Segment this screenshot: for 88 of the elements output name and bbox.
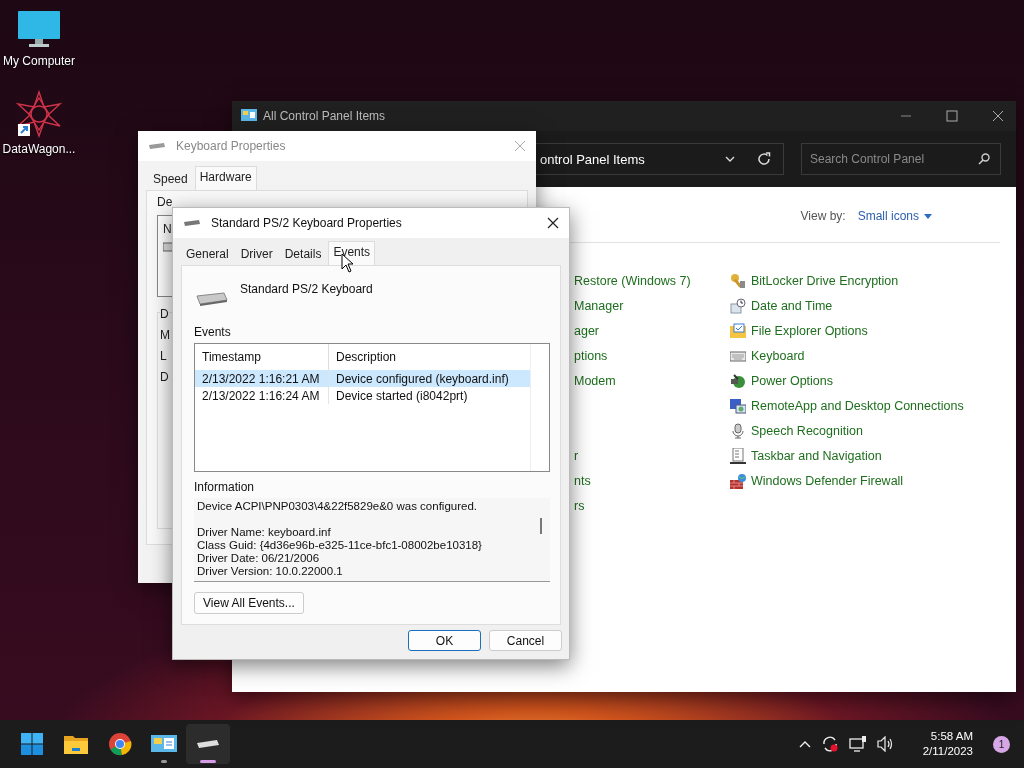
view-all-events-button[interactable]: View All Events...: [194, 592, 304, 614]
tab[interactable]: General: [181, 243, 234, 265]
property-label: M: [160, 328, 170, 342]
dialog-title: Standard PS/2 Keyboard Properties: [211, 216, 402, 230]
sync-icon[interactable]: [820, 735, 839, 753]
microphone-icon: [730, 422, 746, 439]
control-panel-item[interactable]: BitLocker Drive Encryption: [730, 272, 1016, 289]
view-by-dropdown[interactable]: Small icons: [857, 209, 932, 223]
control-panel-item[interactable]: Speech Recognition: [730, 422, 1016, 439]
monitor-icon: [730, 397, 746, 414]
search-icon[interactable]: [978, 153, 990, 165]
chevron-up-icon[interactable]: [798, 740, 811, 748]
desktop-icon-label[interactable]: My Computer: [3, 54, 75, 68]
column-header[interactable]: Description: [329, 350, 397, 364]
devices-label: De: [157, 195, 174, 209]
control-panel-item[interactable]: RemoteApp and Desktop Connections: [730, 397, 1016, 414]
control-panel-item[interactable]: Date and Time: [730, 297, 1016, 314]
information-line: Driver Name: keyboard.inf: [197, 526, 332, 539]
control-panel-item[interactable]: File Explorer Options: [730, 322, 1016, 339]
dialog-button[interactable]: Cancel: [489, 630, 562, 651]
device-name: Standard PS/2 Keyboard: [240, 282, 373, 296]
network-monitor-icon[interactable]: [848, 736, 867, 752]
control-panel-link[interactable]: Restore (Windows 7): [574, 273, 691, 288]
folder-icon: [730, 322, 746, 339]
information-line: Driver Date: 06/21/2006: [197, 552, 321, 565]
control-panel-item[interactable]: Power Options: [730, 372, 1016, 389]
refresh-icon[interactable]: [757, 152, 771, 166]
keyboard-icon: [163, 242, 173, 252]
key-icon: [730, 272, 746, 289]
taskbar-icon: [730, 447, 746, 464]
property-label: D: [160, 370, 169, 384]
close-icon[interactable]: [547, 217, 559, 229]
scrollbar-thumb[interactable]: [540, 518, 542, 534]
section-label: Events: [194, 325, 231, 339]
tab[interactable]: Driver: [235, 243, 278, 265]
control-panel-link[interactable]: Manager: [574, 298, 624, 313]
notification-badge[interactable]: 1: [993, 735, 1010, 753]
dialog-button[interactable]: OK: [408, 630, 481, 651]
group-label: D: [160, 307, 169, 321]
control-panel-item[interactable]: Keyboard: [730, 347, 1016, 364]
clock-button[interactable]: 5:58 AM 2/11/2023: [918, 727, 977, 761]
close-icon[interactable]: [992, 110, 1004, 122]
control-panel-icon: [241, 109, 257, 123]
folder-icon: [64, 734, 88, 754]
desktop-icon-label[interactable]: DataWagon...: [2, 142, 76, 156]
control-panel-link[interactable]: Modem: [574, 373, 616, 388]
taskbar-button[interactable]: [186, 724, 230, 764]
tab[interactable]: Events: [328, 241, 376, 265]
speaker-icon[interactable]: [876, 736, 895, 752]
caret-icon: [924, 213, 932, 219]
brick-wall-icon: [730, 472, 746, 489]
windows-start-icon: [21, 733, 43, 755]
monitor-icon[interactable]: [17, 10, 61, 50]
keyboard-icon: [148, 142, 166, 150]
plug-icon: [730, 372, 746, 389]
address-text: ontrol Panel Items: [540, 151, 645, 167]
tab[interactable]: Hardware: [194, 166, 257, 190]
view-by-label: View by:: [800, 209, 846, 223]
control-panel-item[interactable]: Taskbar and Navigation: [730, 447, 1016, 464]
information-line: Driver Version: 10.0.22000.1: [197, 565, 344, 578]
chevron-down-icon[interactable]: [725, 156, 735, 162]
keyboard-icon: [196, 739, 220, 749]
event-row[interactable]: 2/13/2022 1:16:21 AM Device configured (keyboard.inf): [195, 370, 531, 387]
keyboard-icon: [183, 219, 201, 227]
browser-icon: [108, 732, 132, 756]
maximize-icon[interactable]: [946, 110, 958, 122]
tab[interactable]: Details: [279, 243, 327, 265]
window-title: All Control Panel Items: [263, 109, 386, 123]
information-summary: Device ACPI\PNP0303\4&22f5829e&0 was configured.: [197, 500, 478, 513]
tab[interactable]: Speed: [148, 168, 193, 190]
control-panel-icon: [151, 733, 177, 755]
information-box[interactable]: Device ACPI\PNP0303\4&22f5829e&0 was configured. Driver Name: keyboard.inf Class Guid: {4d36e96b-e325-11ce-bfc1-08002be10318} Driver Date: 06/21/2006 Driver Version: 10.0.22000.1: [194, 498, 550, 582]
dialog-title: Keyboard Properties: [176, 139, 286, 153]
star-shortcut-icon[interactable]: [15, 90, 63, 138]
column-header: N: [163, 222, 172, 236]
information-line: Class Guid: {4d36e96b-e325-11ce-bfc1-08002be10318}: [197, 539, 483, 552]
control-panel-link[interactable]: r: [574, 448, 579, 463]
search-field[interactable]: Search Control Panel: [801, 143, 1001, 175]
control-panel-link[interactable]: ptions: [574, 348, 608, 363]
control-panel-link[interactable]: ager: [574, 323, 600, 338]
calendar-clock-icon: [730, 297, 746, 314]
control-panel-link[interactable]: nts: [574, 473, 591, 488]
control-panel-item[interactable]: Windows Defender Firewall: [730, 472, 1016, 489]
keyboard-icon: [196, 292, 228, 306]
event-row[interactable]: 2/13/2022 1:16:24 AM Device started (i8042prt): [195, 387, 531, 404]
property-label: L: [160, 349, 167, 363]
section-label: Information: [194, 480, 255, 494]
control-panel-link[interactable]: rs: [574, 498, 585, 513]
